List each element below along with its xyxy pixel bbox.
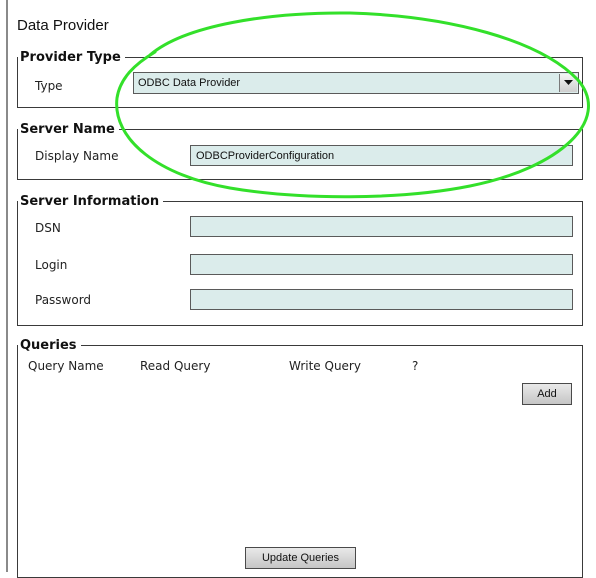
chevron-down-icon[interactable] <box>559 74 577 92</box>
dsn-label: DSN <box>35 221 61 235</box>
password-label: Password <box>35 293 92 307</box>
add-query-button[interactable]: Add <box>522 383 572 405</box>
column-header-help: ? <box>412 359 419 373</box>
queries-legend: Queries <box>20 338 77 353</box>
dsn-input[interactable] <box>190 216 573 237</box>
update-queries-button[interactable]: Update Queries <box>245 547 356 569</box>
password-input[interactable] <box>190 289 573 310</box>
login-label: Login <box>35 258 68 272</box>
left-border-rule <box>6 0 8 572</box>
queries-group: Queries <box>17 338 583 578</box>
column-header-query-name: Query Name <box>28 359 104 373</box>
column-header-read-query: Read Query <box>140 359 211 373</box>
type-dropdown[interactable]: ODBC Data Provider <box>133 72 579 94</box>
login-input[interactable] <box>190 254 573 275</box>
display-name-input[interactable]: ODBCProviderConfiguration <box>190 145 573 166</box>
server-information-legend: Server Information <box>20 194 160 209</box>
type-label: Type <box>35 79 63 93</box>
column-header-write-query: Write Query <box>289 359 361 373</box>
display-name-label: Display Name <box>35 149 119 163</box>
provider-type-legend: Provider Type <box>20 50 121 65</box>
type-dropdown-value: ODBC Data Provider <box>138 77 241 89</box>
server-name-legend: Server Name <box>20 122 115 137</box>
page-title: Data Provider <box>17 17 109 34</box>
